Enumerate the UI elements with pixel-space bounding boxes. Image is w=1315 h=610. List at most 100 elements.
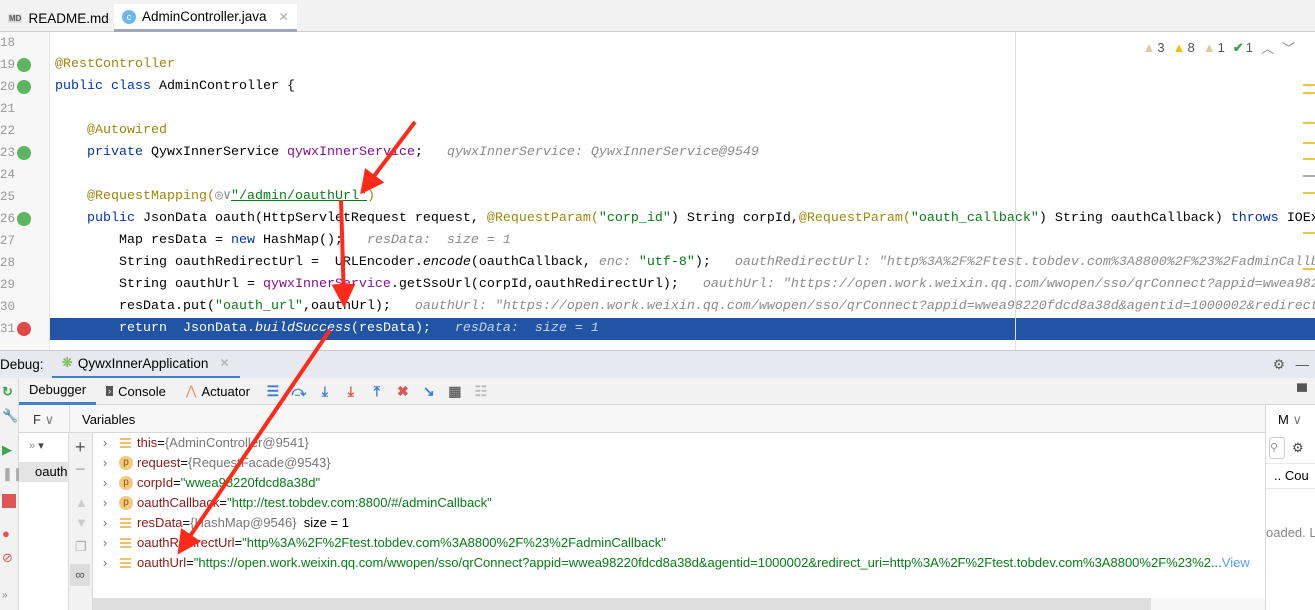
variable-row[interactable]: › p corpId = "wwea98220fdcd8a38d" — [93, 473, 320, 493]
force-step-into-icon[interactable]: ⤓ — [338, 381, 364, 401]
code-line[interactable]: String oauthRedirectUrl = URLEncoder.enc… — [50, 252, 1315, 274]
evaluate-expression-icon[interactable]: ▦ — [442, 381, 468, 401]
warning-count[interactable]: ▲ 8 — [1173, 38, 1195, 57]
error-stripe[interactable] — [1301, 32, 1315, 350]
variable-row[interactable]: › p oauthCallback = "http://test.tobdev.co… — [93, 493, 492, 513]
code-token: HashMap(); — [262, 233, 359, 248]
code-line[interactable]: public class AdminController { — [50, 76, 1315, 98]
chevron-down-icon[interactable]: ﹀ — [1282, 38, 1295, 57]
memory-search-input[interactable]: ⚲ — [1269, 437, 1285, 459]
resume-icon[interactable]: ▶ — [2, 442, 16, 457]
tab-label: README.md — [28, 10, 109, 26]
code-editor[interactable]: @RestController public class AdminControl… — [50, 32, 1315, 350]
close-icon[interactable]: ✕ — [219, 356, 229, 370]
frame-item[interactable]: oauth — [19, 462, 69, 482]
ok-count[interactable]: ✔ 1 — [1233, 38, 1253, 57]
step-into-icon[interactable]: ⤓ — [312, 381, 338, 401]
weak-warning-count[interactable]: ▲ 3 — [1143, 38, 1165, 57]
inline-debug-value: ◎∨ — [214, 189, 232, 204]
expand-chevron-icon[interactable]: › — [93, 473, 117, 493]
layout-menu-icon[interactable]: ☰ — [260, 381, 286, 401]
memory-tab[interactable]: M ∨ — [1278, 412, 1302, 428]
chevron-up-icon[interactable]: ︿ — [1261, 38, 1274, 57]
code-line[interactable]: Map resData = new HashMap(); resData: si… — [50, 230, 1315, 252]
view-breakpoints-icon[interactable]: ● — [2, 526, 16, 541]
variable-row[interactable]: › resData = {HashMap@9546} size = 1 — [93, 513, 349, 533]
horizontal-scrollbar[interactable] — [93, 598, 1265, 610]
stop-icon[interactable] — [2, 494, 16, 508]
variable-row[interactable]: › oauthRedirectUrl = "http%3A%2F%2Ftest.t… — [93, 533, 666, 553]
spring-bean-icon[interactable] — [17, 146, 31, 160]
code-token: @Autowired — [55, 123, 167, 138]
inline-debug-value: enc: — [598, 255, 631, 270]
run-to-cursor-icon[interactable]: ↘ — [416, 381, 442, 401]
gear-icon[interactable]: ⚙ — [1273, 357, 1285, 373]
step-over-icon[interactable]: ⤼ — [286, 381, 312, 401]
frames-more[interactable]: » ▾ — [29, 439, 44, 452]
expand-chevron-icon[interactable]: › — [93, 533, 117, 553]
expand-chevron-icon[interactable]: › — [93, 493, 117, 513]
step-out-icon[interactable]: ⤒ — [364, 381, 390, 401]
code-line[interactable]: public JsonData oauth(HttpServletRequest… — [50, 208, 1315, 230]
debug-session-tab[interactable]: ❋ QywxInnerApplication ✕ — [51, 351, 240, 379]
trace-stream-icon[interactable]: ☷ — [468, 381, 494, 401]
code-line[interactable] — [50, 98, 1315, 120]
tab-admincontroller[interactable]: c AdminController.java ✕ — [114, 4, 297, 32]
mute-breakpoints-icon[interactable]: ⊘ — [2, 550, 16, 565]
duplicate-icon[interactable]: ❐ — [75, 539, 87, 555]
variable-row[interactable]: › p request = {RequestFacade@9543} — [93, 453, 331, 473]
expand-chevron-icon[interactable]: › — [93, 553, 117, 573]
code-token: (oauthCallback, — [470, 255, 599, 270]
remove-watch-icon[interactable]: − — [75, 459, 86, 480]
expand-chevron-icon[interactable]: › — [93, 453, 117, 473]
tab-actuator[interactable]: ⋀ Actuator — [176, 378, 260, 405]
code-line[interactable]: resData.put("oauth_url",oauthUrl); oauth… — [50, 296, 1315, 318]
line-number: 26 — [0, 212, 16, 226]
breakpoint-icon[interactable] — [17, 322, 31, 336]
settings-wrench-icon[interactable]: 🔧 — [2, 408, 18, 423]
tab-console[interactable]: › Console — [96, 378, 176, 405]
pause-icon[interactable]: ❚❚ — [2, 466, 24, 481]
code-line[interactable] — [50, 164, 1315, 186]
expand-chevron-icon[interactable]: › — [93, 513, 117, 533]
add-watch-icon[interactable]: + — [75, 437, 86, 458]
memory-status-text[interactable]: oaded. L — [1266, 525, 1315, 540]
equals-sign: = — [173, 475, 181, 490]
view-value-link[interactable]: View — [1222, 553, 1250, 573]
spring-bean-icon[interactable] — [17, 80, 31, 94]
typo-count[interactable]: ▲ 1 — [1203, 38, 1225, 57]
minimize-icon[interactable]: — — [1296, 357, 1310, 372]
expand-chevron-icon[interactable]: › — [93, 433, 117, 453]
code-token: return — [55, 321, 175, 336]
move-down-icon[interactable]: ▼ — [75, 515, 88, 530]
show-watches-icon[interactable]: ∞ — [70, 564, 90, 586]
spring-bean-icon[interactable] — [17, 212, 31, 226]
code-token: JsonData. — [174, 321, 255, 336]
gear-icon[interactable]: ⚙ — [1292, 440, 1304, 456]
code-line[interactable]: @Autowired — [50, 120, 1315, 142]
more-icon[interactable]: » — [2, 590, 16, 604]
class-column-header[interactable]: .. Cou — [1266, 463, 1315, 489]
spring-bean-icon[interactable] — [17, 58, 31, 72]
variable-value: {RequestFacade@9543} — [187, 455, 331, 470]
variable-row[interactable]: › this = {AdminController@9541} — [93, 433, 309, 453]
code-line[interactable]: String oauthUrl = qywxInnerService.getSs… — [50, 274, 1315, 296]
code-line[interactable]: @RestController — [50, 54, 1315, 76]
variable-row[interactable]: › oauthUrl = "https://open.work.weixin.qq… — [93, 553, 1250, 573]
code-line[interactable]: return JsonData.buildSuccess(resData); r… — [50, 318, 1315, 340]
code-line[interactable]: @RequestMapping(◎∨"/admin/oauthUrl") — [50, 186, 1315, 208]
scrollbar-thumb[interactable] — [93, 598, 1151, 610]
move-up-icon[interactable]: ▲ — [75, 495, 88, 510]
inspection-widget[interactable]: ▲ 3 ▲ 8 ▲ 1 ✔ 1 ︿ ﹀ — [1143, 38, 1296, 57]
code-token: @RequestParam( — [798, 211, 911, 226]
close-icon[interactable]: ✕ — [279, 10, 289, 24]
rerun-icon[interactable]: ↻ — [2, 384, 16, 399]
layout-settings-icon[interactable]: ▀ — [1289, 381, 1315, 401]
code-line[interactable]: private QywxInnerService qywxInnerServic… — [50, 142, 1315, 164]
drop-frame-icon[interactable]: ✖ — [390, 381, 416, 401]
code-token: ) String corpId, — [670, 211, 799, 226]
tab-debugger[interactable]: Debugger — [19, 378, 97, 405]
code-line[interactable] — [50, 32, 1315, 54]
variables-tree[interactable]: › this = {AdminController@9541} › p request … — [93, 433, 1265, 598]
frames-tab[interactable]: F ∨ — [33, 412, 54, 428]
